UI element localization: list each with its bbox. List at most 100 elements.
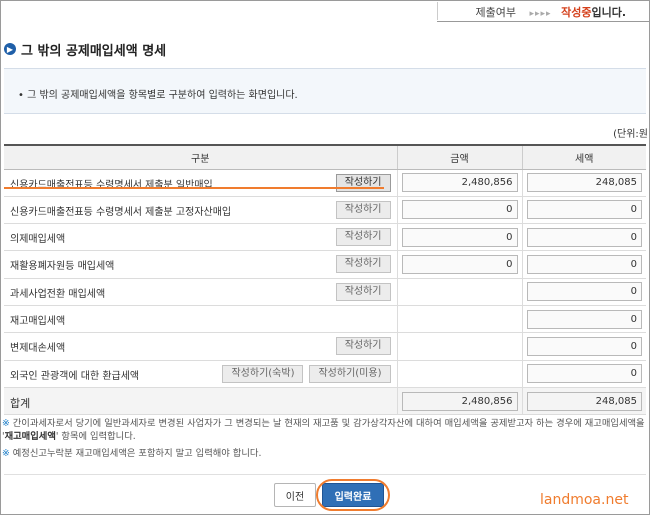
amount-cell: 0 bbox=[396, 223, 522, 252]
tax-field[interactable]: 0 bbox=[526, 200, 642, 220]
total-tax-field: 248,085 bbox=[526, 391, 642, 411]
amount-field[interactable]: 0 bbox=[401, 200, 518, 220]
watermark: landmoa.net bbox=[540, 492, 629, 508]
footer-divider bbox=[4, 474, 646, 475]
table-header-row: 구분 금액 세액 bbox=[4, 144, 646, 170]
tax-cell: 0 bbox=[521, 278, 646, 306]
tax-cell: 0 bbox=[521, 360, 646, 388]
row-label: 과세사업전환 매입세액 bbox=[10, 288, 106, 300]
row-category-cell: 변제대손세액 작성하기 bbox=[4, 332, 397, 361]
amount-field[interactable]: 0 bbox=[401, 255, 518, 275]
amount-cell: 2,480,856 bbox=[396, 169, 522, 197]
table-row: 외국인 관광객에 대한 환급세액 작성하기(숙박) 작성하기(미용) 0 bbox=[4, 360, 646, 388]
tax-cell: 0 bbox=[521, 250, 646, 279]
write-button[interactable]: 작성하기 bbox=[335, 255, 391, 274]
total-amount-cell: 2,480,856 bbox=[396, 387, 522, 416]
submission-status: 제출여부 ▸▸▸▸ 작성중입니다. bbox=[476, 4, 626, 20]
total-label: 합계 bbox=[10, 396, 31, 410]
table-row: 의제매입세액 작성하기 0 0 bbox=[4, 223, 646, 252]
prev-button[interactable]: 이전 bbox=[274, 483, 316, 507]
write-button[interactable]: 작성하기 bbox=[335, 337, 391, 356]
row-label: 외국인 관광객에 대한 환급세액 bbox=[10, 370, 140, 382]
tax-cell: 0 bbox=[521, 223, 646, 252]
status-bar: 제출여부 ▸▸▸▸ 작성중입니다. bbox=[0, 0, 650, 28]
row-button-group: 작성하기 bbox=[335, 255, 391, 274]
amount-cell bbox=[396, 332, 522, 361]
unit-label: (단위:원 bbox=[613, 129, 648, 140]
total-label-cell: 합계 bbox=[4, 387, 397, 416]
status-arrows: ▸▸▸▸ bbox=[529, 9, 552, 19]
total-amount-field: 2,480,856 bbox=[401, 391, 518, 411]
row-label: 재고매입세액 bbox=[10, 315, 66, 327]
row-category-cell: 신용카드매출전표등 수령명세서 제출분 일반매입 작성하기 bbox=[4, 169, 397, 197]
row-label: 재활용폐자원등 매입세액 bbox=[10, 261, 115, 273]
write-button[interactable]: 작성하기 bbox=[335, 282, 391, 301]
table-row: 재고매입세액 0 bbox=[4, 305, 646, 334]
tax-field[interactable]: 0 bbox=[526, 255, 642, 275]
submit-button[interactable]: 입력완료 bbox=[322, 483, 384, 507]
note-1-bold: 재고매입세액 bbox=[4, 430, 56, 442]
page-title-text: 그 밖의 공제매입세액 명세 bbox=[21, 43, 167, 59]
table-row: 변제대손세액 작성하기 0 bbox=[4, 332, 646, 361]
write-button[interactable]: 작성하기(미용) bbox=[309, 364, 391, 383]
tax-field[interactable]: 0 bbox=[526, 227, 642, 247]
note-2: ※ 예정신고누락분 재고매입세액은 포함하지 말고 입력해야 합니다. bbox=[2, 448, 646, 461]
total-tax-cell: 248,085 bbox=[521, 387, 646, 416]
info-box: • 그 밖의 공제매입세액을 항목별로 구분하여 입력하는 화면입니다. bbox=[4, 68, 646, 114]
page-title: ▶ 그 밖의 공제매입세액 명세 bbox=[4, 40, 167, 59]
amount-field[interactable]: 0 bbox=[401, 227, 518, 247]
amount-cell bbox=[396, 305, 522, 334]
row-category-cell: 재활용폐자원등 매입세액 작성하기 bbox=[4, 250, 397, 279]
amount-cell bbox=[396, 278, 522, 306]
notes: ※ 간이과세자로서 당기에 일반과세자로 변경된 사업자가 그 변경되는 날 현… bbox=[2, 418, 646, 461]
tax-field[interactable]: 0 bbox=[526, 364, 642, 384]
status-label: 제출여부 bbox=[475, 6, 516, 19]
note-1-mark: ※ bbox=[2, 418, 10, 429]
header-category: 구분 bbox=[4, 144, 397, 170]
deduction-table: 구분 금액 세액 신용카드매출전표등 수령명세서 제출분 일반매입 작성하기 2,4… bbox=[4, 144, 646, 416]
header-amount: 금액 bbox=[396, 144, 522, 170]
tax-field[interactable]: 0 bbox=[526, 282, 642, 302]
tax-field[interactable]: 248,085 bbox=[526, 173, 642, 193]
amount-cell: 0 bbox=[396, 196, 522, 225]
tax-cell: 248,085 bbox=[521, 169, 646, 197]
total-row: 합계 2,480,856 248,085 bbox=[4, 387, 646, 416]
tax-cell: 0 bbox=[521, 196, 646, 225]
note-2-mark: ※ bbox=[2, 448, 10, 459]
row-label: 의제매입세액 bbox=[10, 234, 66, 246]
row-category-cell: 의제매입세액 작성하기 bbox=[4, 223, 397, 252]
note-1-tail: ' 항목에 입력합니다. bbox=[55, 430, 136, 442]
write-button[interactable]: 작성하기 bbox=[335, 228, 391, 247]
row-button-group: 작성하기 bbox=[335, 228, 391, 247]
row-category-cell: 과세사업전환 매입세액 작성하기 bbox=[4, 278, 397, 306]
note-1: ※ 간이과세자로서 당기에 일반과세자로 변경된 사업자가 그 변경되는 날 현… bbox=[2, 418, 646, 443]
tax-field[interactable]: 0 bbox=[526, 309, 642, 329]
chevron-right-icon: ▶ bbox=[4, 43, 16, 55]
table-row: 재활용폐자원등 매입세액 작성하기 0 0 bbox=[4, 250, 646, 279]
amount-field[interactable]: 2,480,856 bbox=[401, 173, 518, 193]
tax-field[interactable]: 0 bbox=[526, 336, 642, 356]
status-underline bbox=[437, 21, 650, 22]
row-button-group: 작성하기 bbox=[335, 337, 391, 356]
amount-cell: 0 bbox=[396, 250, 522, 279]
tax-cell: 0 bbox=[521, 305, 646, 334]
write-button[interactable]: 작성하기(숙박) bbox=[222, 364, 304, 383]
amount-cell bbox=[396, 360, 522, 388]
table-row: 신용카드매출전표등 수령명세서 제출분 고정자산매입 작성하기 0 0 bbox=[4, 196, 646, 225]
row-button-group: 작성하기(숙박) 작성하기(미용) bbox=[222, 364, 391, 383]
table-row: 신용카드매출전표등 수령명세서 제출분 일반매입 작성하기 2,480,856 248… bbox=[4, 169, 646, 197]
row-label: 신용카드매출전표등 수령명세서 제출분 고정자산매입 bbox=[10, 206, 232, 218]
row-category-cell: 신용카드매출전표등 수령명세서 제출분 고정자산매입 작성하기 bbox=[4, 196, 397, 225]
highlight-underline bbox=[4, 187, 384, 189]
row-label: 변제대손세액 bbox=[10, 343, 66, 355]
info-text: • 그 밖의 공제매입세액을 항목별로 구분하여 입력하는 화면입니다. bbox=[18, 90, 298, 101]
header-tax: 세액 bbox=[521, 144, 646, 170]
table-row: 과세사업전환 매입세액 작성하기 0 bbox=[4, 278, 646, 306]
write-button[interactable]: 작성하기 bbox=[335, 200, 391, 219]
status-divider bbox=[437, 2, 438, 20]
row-button-group: 작성하기 bbox=[335, 200, 391, 219]
status-suffix: 입니다. bbox=[591, 6, 626, 19]
status-current: 작성중 bbox=[561, 6, 592, 19]
tax-cell: 0 bbox=[521, 332, 646, 361]
row-category-cell: 재고매입세액 bbox=[4, 305, 397, 334]
